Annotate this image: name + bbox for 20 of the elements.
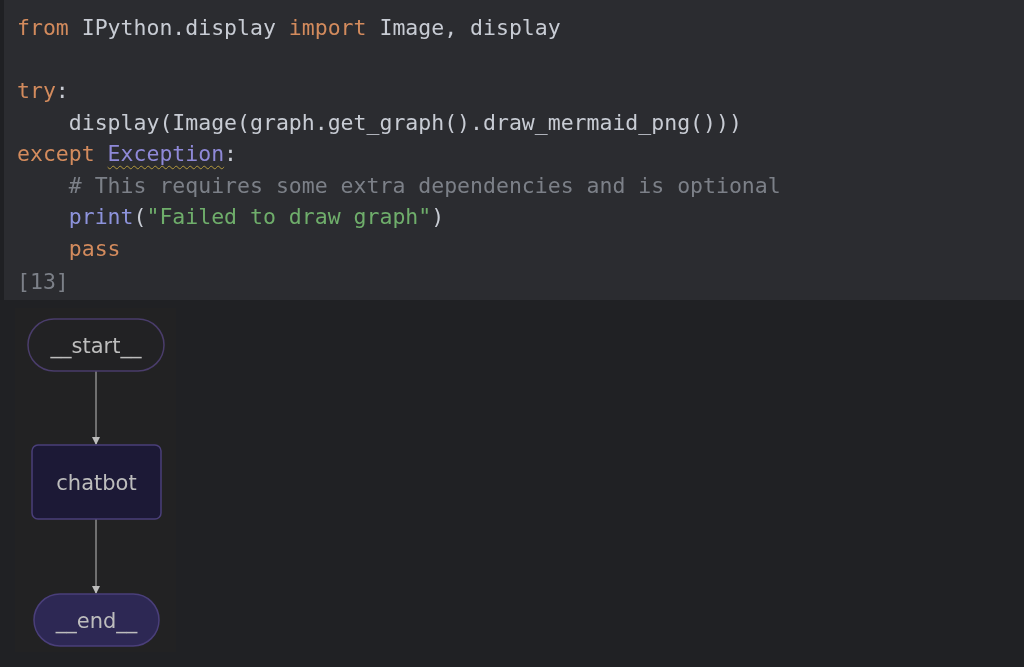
code-token: Image, display [378,14,561,42]
code-token: # This requires some extra dependencies and is optional [67,171,781,200]
graph-node: __end__ [33,593,160,647]
code-token: import [288,14,367,42]
code-token: ( [133,203,147,231]
code-token: IPython.display [80,14,277,42]
code-token: Exception [107,140,225,168]
code-token: from [17,14,69,42]
code-token: "Failed to draw graph" [146,203,432,231]
code-token: print [67,203,134,231]
graph-node: chatbot [31,444,162,520]
code-token: : [55,77,69,105]
code-token: try [17,77,56,105]
code-token: ) [431,203,445,231]
code-token: pass [67,234,121,263]
execution-count: [13] [17,268,70,296]
graph-node: __start__ [27,318,165,372]
code-token: display(Image(graph.get_graph().draw_mermaid_png())) [67,108,742,137]
code-token: : [224,140,238,168]
code-token: except [17,140,96,168]
